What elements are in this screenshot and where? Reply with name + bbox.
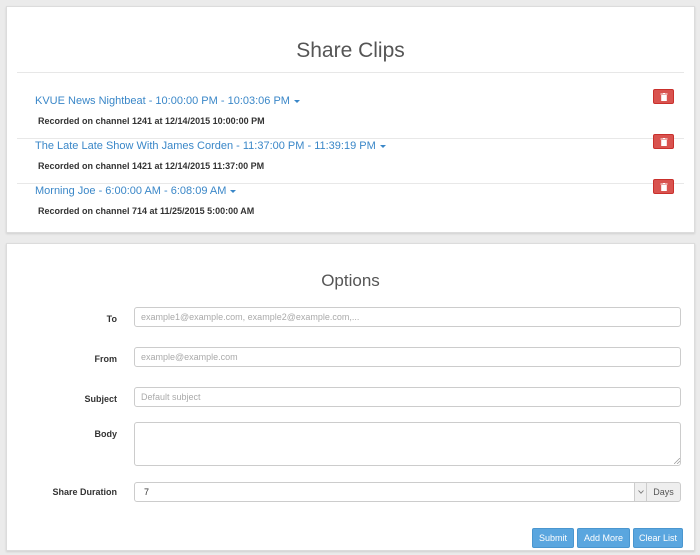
caret-down-icon xyxy=(379,144,386,148)
delete-clip-button[interactable] xyxy=(653,134,674,149)
share-duration-label: Share Duration xyxy=(52,487,117,497)
clip-item: Morning Joe - 6:00:00 AM - 6:08:09 AM Re… xyxy=(17,179,684,229)
clip-title: The Late Late Show With James Corden - 1… xyxy=(35,140,376,152)
resize-grip-icon[interactable] xyxy=(674,458,680,464)
trash-icon xyxy=(660,93,668,101)
clip-title-link[interactable]: Morning Joe - 6:00:00 AM - 6:08:09 AM xyxy=(35,185,237,197)
body-label: Body xyxy=(94,429,118,439)
trash-icon xyxy=(660,183,668,191)
add-more-button[interactable]: Add More xyxy=(577,528,630,548)
clip-recorded-info: Recorded on channel 1241 at 12/14/2015 1… xyxy=(38,116,265,126)
chevron-down-icon xyxy=(638,490,644,494)
clip-item: The Late Late Show With James Corden - 1… xyxy=(17,134,684,184)
select-arrow[interactable] xyxy=(634,483,646,501)
trash-icon xyxy=(660,138,668,146)
share-clips-title: Share Clips xyxy=(296,39,405,62)
clip-title-link[interactable]: The Late Late Show With James Corden - 1… xyxy=(35,140,386,152)
clip-item: KVUE News Nightbeat - 10:00:00 PM - 10:0… xyxy=(17,89,684,139)
clear-list-button[interactable]: Clear List xyxy=(633,528,683,548)
clip-title-link[interactable]: KVUE News Nightbeat - 10:00:00 PM - 10:0… xyxy=(35,95,300,107)
from-label: From xyxy=(94,354,118,364)
delete-clip-button[interactable] xyxy=(653,89,674,104)
options-panel: Options To From Subject Body Share Durat… xyxy=(6,243,695,551)
body-textarea[interactable] xyxy=(134,422,681,466)
caret-down-icon xyxy=(230,189,237,193)
clip-title: Morning Joe - 6:00:00 AM - 6:08:09 AM xyxy=(35,185,227,197)
submit-button[interactable]: Submit xyxy=(532,528,574,548)
from-input[interactable] xyxy=(134,347,681,367)
delete-clip-button[interactable] xyxy=(653,179,674,194)
share-clips-panel: Share Clips KVUE News Nightbeat - 10:00:… xyxy=(6,6,695,233)
clip-recorded-info: Recorded on channel 1421 at 12/14/2015 1… xyxy=(38,161,265,171)
clip-recorded-info: Recorded on channel 714 at 11/25/2015 5:… xyxy=(38,206,255,216)
caret-down-icon xyxy=(293,99,300,103)
title-divider xyxy=(17,72,684,73)
share-duration-value: 7 xyxy=(144,487,150,497)
options-title: Options xyxy=(321,271,380,290)
days-addon: Days xyxy=(646,482,681,502)
to-label: To xyxy=(106,314,117,324)
subject-label: Subject xyxy=(84,394,117,404)
share-duration-select[interactable]: 7 xyxy=(134,482,647,502)
to-input[interactable] xyxy=(134,307,681,327)
subject-input[interactable] xyxy=(134,387,681,407)
clip-title: KVUE News Nightbeat - 10:00:00 PM - 10:0… xyxy=(35,95,290,107)
